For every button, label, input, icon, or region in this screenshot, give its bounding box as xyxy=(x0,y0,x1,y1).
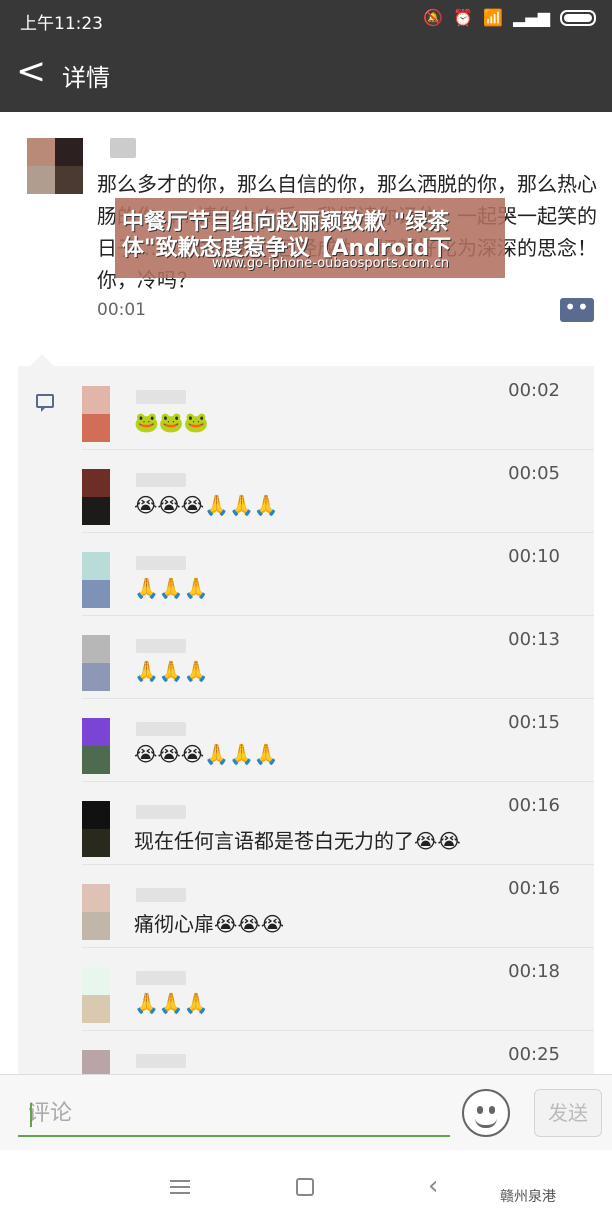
avatar[interactable] xyxy=(82,635,110,691)
comment-divider xyxy=(82,449,594,450)
top-nav-bar: < 详情 xyxy=(0,38,612,112)
comment-time: 00:13 xyxy=(508,629,560,650)
comment-item[interactable]: 00:16 现在任何言语都是苍白无力的了😭😭 xyxy=(18,781,594,865)
comment-divider xyxy=(82,1030,594,1031)
comment-divider xyxy=(82,532,594,533)
avatar[interactable] xyxy=(82,967,110,1023)
avatar[interactable] xyxy=(82,801,110,857)
comment-time: 00:16 xyxy=(508,795,560,816)
comment-author-name[interactable] xyxy=(136,556,186,570)
comment-text: 现在任何言语都是苍白无力的了😭😭 xyxy=(134,829,461,853)
post-time: 00:01 xyxy=(97,300,146,320)
comment-author-name[interactable] xyxy=(136,473,186,487)
page-title: 详情 xyxy=(62,64,110,92)
comment-divider xyxy=(82,698,594,699)
comment-text: 🙏🙏🙏 xyxy=(134,576,209,600)
comment-divider xyxy=(82,864,594,865)
comment-time: 00:16 xyxy=(508,878,560,899)
comment-author-name[interactable] xyxy=(136,639,186,653)
comment-text: 🙏🙏🙏 xyxy=(134,659,209,683)
comments-list: 00:02 🐸🐸🐸 00:05 😭😭😭🙏🙏🙏 00:10 🙏🙏🙏 00:13 🙏🙏🙏 00:15… xyxy=(18,366,594,1074)
home-icon[interactable] xyxy=(296,1178,314,1196)
send-button[interactable]: 发送 xyxy=(534,1089,602,1137)
avatar[interactable] xyxy=(82,718,110,774)
alarm-icon: ⏰ xyxy=(453,8,474,27)
bell-off-icon: 🔕 xyxy=(423,8,444,27)
watermark: 赣州泉港 xyxy=(500,1189,556,1205)
comment-input[interactable]: 评论 xyxy=(18,1091,450,1137)
avatar[interactable] xyxy=(82,469,110,525)
comment-text: 😭😭😭🙏🙏🙏 xyxy=(134,493,279,517)
comment-author-name[interactable] xyxy=(136,722,186,736)
avatar[interactable] xyxy=(82,1050,110,1074)
comment-item[interactable]: 00:10 🙏🙏🙏 xyxy=(18,532,594,616)
comment-time: 00:05 xyxy=(508,463,560,484)
comment-author-name[interactable] xyxy=(136,888,186,902)
post-author-name[interactable] xyxy=(110,138,136,158)
comment-author-name[interactable] xyxy=(136,390,186,404)
status-icons: 🔕 ⏰ 📶 ▂▄▆ xyxy=(423,8,596,28)
comment-author-name[interactable] xyxy=(136,805,186,819)
avatar[interactable] xyxy=(82,386,110,442)
comment-item[interactable]: 00:02 🐸🐸🐸 xyxy=(18,366,594,450)
status-bar: 上午11:23 🔕 ⏰ 📶 ▂▄▆ xyxy=(0,0,612,38)
comment-item[interactable]: 00:18 🙏🙏🙏 xyxy=(18,947,594,1031)
comment-text: 😭😭😭🙏🙏🙏 xyxy=(134,742,279,766)
comment-author-name[interactable] xyxy=(136,971,186,985)
comment-time: 00:10 xyxy=(508,546,560,567)
comment-icon[interactable]: •• xyxy=(560,297,594,322)
avatar[interactable] xyxy=(82,884,110,940)
avatar[interactable] xyxy=(82,552,110,608)
signal-icon: ▂▄▆ xyxy=(513,8,550,27)
comment-divider xyxy=(82,947,594,948)
wifi-icon: 📶 xyxy=(483,8,504,27)
comment-author-name[interactable] xyxy=(136,1054,186,1068)
comment-time: 00:25 xyxy=(508,1044,560,1065)
comment-item[interactable]: 00:05 😭😭😭🙏🙏🙏 xyxy=(18,449,594,533)
comment-time: 00:02 xyxy=(508,380,560,401)
status-time: 上午11:23 xyxy=(20,14,103,34)
post-author-avatar[interactable] xyxy=(27,138,83,194)
comment-item[interactable]: 00:25 xyxy=(18,1030,594,1074)
comment-text: 🙏🙏🙏 xyxy=(134,991,209,1015)
comment-text: 🐸🐸🐸 xyxy=(134,410,209,434)
back-button[interactable]: < xyxy=(16,52,46,92)
system-back-icon[interactable]: ‹ xyxy=(428,1172,438,1200)
overlay-banner: 中餐厅节目组向赵丽颖致歉 "绿茶 体"致歉态度惹争议【Android下 www.… xyxy=(115,198,505,278)
comment-divider xyxy=(82,615,594,616)
banner-url: www.go-iphone-oubaosports.com.cn xyxy=(212,256,450,271)
comment-input-bar: 评论 发送 xyxy=(0,1074,612,1150)
menu-icon[interactable] xyxy=(170,1180,190,1194)
comment-time: 00:15 xyxy=(508,712,560,733)
comment-time: 00:18 xyxy=(508,961,560,982)
emoji-icon[interactable] xyxy=(462,1089,510,1137)
comment-item[interactable]: 00:16 痛彻心扉😭😭😭 xyxy=(18,864,594,948)
comments-caret xyxy=(30,354,54,366)
comment-divider xyxy=(82,781,594,782)
comment-item[interactable]: 00:15 😭😭😭🙏🙏🙏 xyxy=(18,698,594,782)
battery-icon xyxy=(560,10,596,26)
comment-text: 痛彻心扉😭😭😭 xyxy=(134,912,285,936)
comment-item[interactable]: 00:13 🙏🙏🙏 xyxy=(18,615,594,699)
